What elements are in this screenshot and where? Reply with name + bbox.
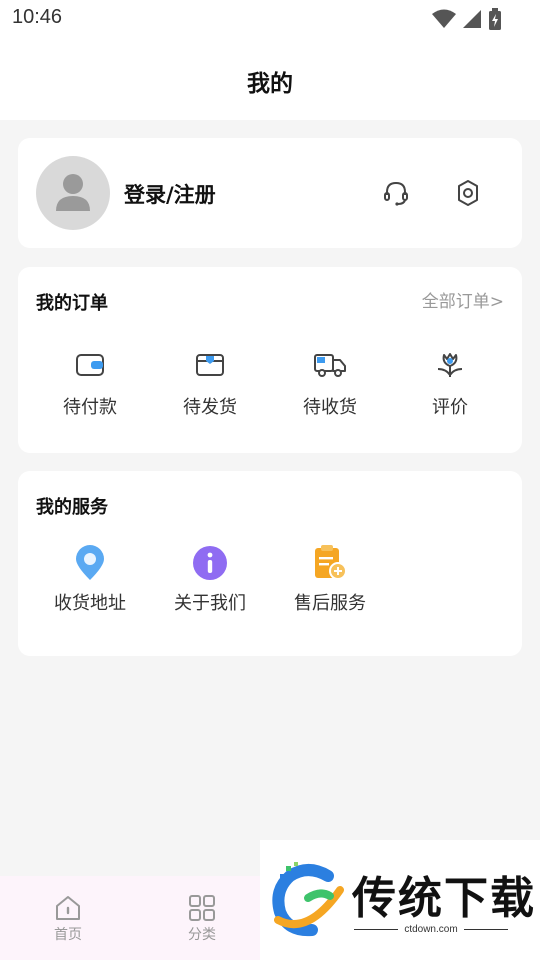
order-pending-receipt-label: 待收货 — [303, 397, 357, 418]
order-review[interactable]: 评价 — [390, 345, 510, 419]
settings-button[interactable] — [451, 176, 485, 210]
watermark-logo-icon — [272, 862, 344, 937]
service-after-sales-label: 售后服务 — [294, 593, 366, 614]
nav-home-label: 首页 — [54, 927, 82, 943]
page-header: 我的 — [0, 38, 540, 120]
nav-category[interactable]: 分类 — [162, 894, 242, 944]
profile-card: 登录/注册 — [18, 138, 522, 248]
service-after-sales[interactable]: 售后服务 — [270, 543, 390, 615]
my-orders-title: 我的订单 — [36, 293, 108, 314]
grid-icon — [189, 895, 215, 921]
watermark-brand: 传统下载 — [352, 873, 536, 924]
my-services-title: 我的服务 — [36, 497, 108, 518]
status-time: 10:46 — [12, 6, 63, 28]
service-about-us[interactable]: 关于我们 — [150, 543, 270, 615]
status-bar: 10:46 — [0, 0, 540, 38]
my-orders-card: 我的订单 全部订单> 待付款 待发货 待收货 评价 — [18, 267, 522, 453]
user-avatar-icon — [56, 174, 90, 211]
order-review-label: 评价 — [432, 397, 468, 418]
order-pending-shipment[interactable]: 待发货 — [150, 345, 270, 419]
avatar[interactable] — [36, 156, 110, 230]
service-shipping-address[interactable]: 收货地址 — [30, 543, 150, 615]
my-services-card: 我的服务 收货地址 关于我们 售后服务 — [18, 471, 522, 656]
watermark-url: ctdown.com — [352, 924, 510, 935]
wifi-icon — [432, 9, 456, 28]
watermark: 传统下载 ctdown.com — [260, 840, 540, 960]
watermark-line-left — [354, 929, 399, 930]
status-icons — [432, 8, 502, 30]
signal-icon — [463, 10, 481, 28]
login-register-link[interactable]: 登录/注册 — [124, 179, 216, 209]
info-icon — [190, 543, 230, 583]
home-icon — [56, 896, 80, 920]
location-pin-icon — [70, 543, 110, 583]
order-pending-receipt[interactable]: 待收货 — [270, 345, 390, 419]
watermark-line-right — [463, 929, 508, 930]
customer-service-button[interactable] — [379, 176, 413, 210]
truck-icon — [310, 345, 350, 385]
order-pending-shipment-label: 待发货 — [183, 397, 237, 418]
all-orders-link[interactable]: 全部订单> — [422, 287, 504, 312]
page-title: 我的 — [247, 71, 293, 97]
watermark-url-text: ctdown.com — [404, 924, 458, 935]
orders-grid: 待付款 待发货 待收货 评价 — [30, 345, 510, 419]
order-pending-payment[interactable]: 待付款 — [30, 345, 150, 419]
service-shipping-address-label: 收货地址 — [54, 593, 126, 614]
flower-icon — [430, 345, 470, 385]
headset-icon — [384, 181, 408, 206]
after-sales-icon — [310, 543, 350, 583]
battery-icon — [489, 8, 501, 30]
nav-category-label: 分类 — [188, 927, 216, 943]
gear-icon — [458, 180, 478, 206]
service-about-us-label: 关于我们 — [174, 593, 246, 614]
order-pending-payment-label: 待付款 — [63, 397, 117, 418]
wallet-icon — [70, 345, 110, 385]
package-icon — [190, 345, 230, 385]
nav-home[interactable]: 首页 — [28, 894, 108, 944]
services-grid: 收货地址 关于我们 售后服务 — [30, 543, 510, 615]
